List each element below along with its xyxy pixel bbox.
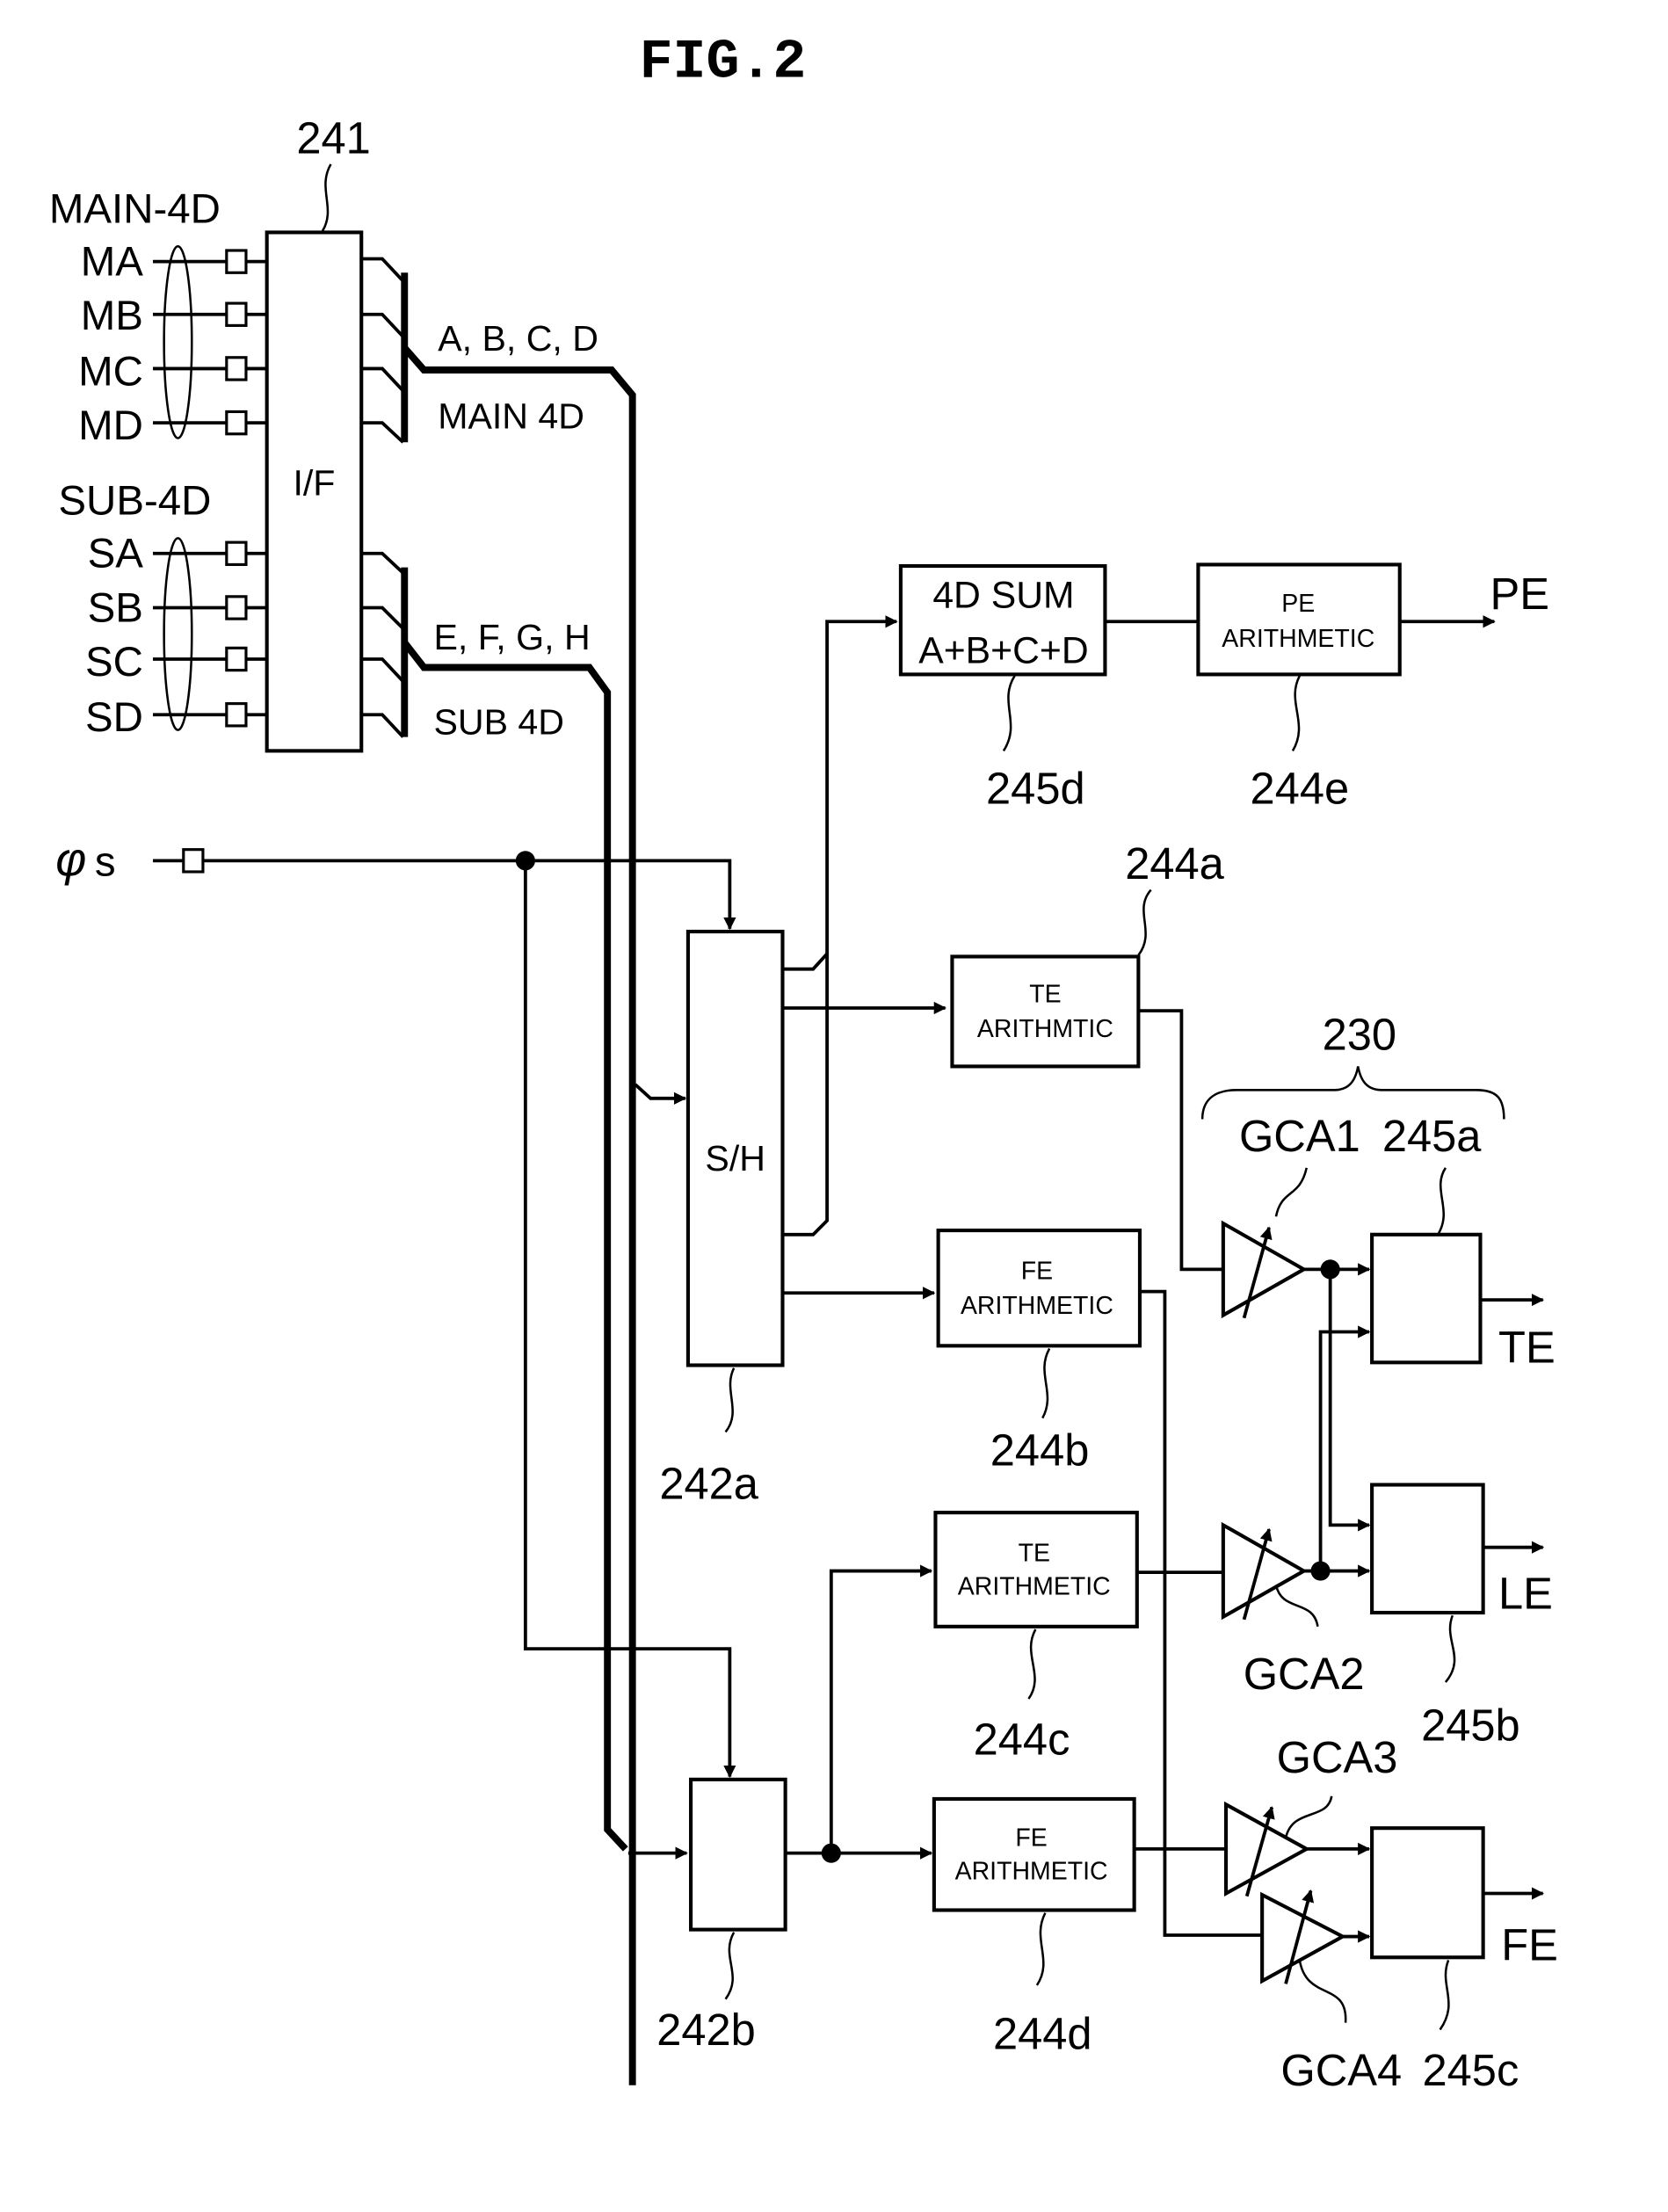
ref-242b: 242b bbox=[656, 2005, 756, 2055]
sub-bus-label: SUB 4D bbox=[433, 701, 563, 742]
main-bus: A, B, C, D MAIN 4D bbox=[361, 257, 636, 2085]
ref-244a: 244a bbox=[1125, 838, 1224, 888]
sub-inputs: SA SB SC SD bbox=[85, 531, 267, 741]
arith-244d-line1: FE bbox=[1015, 1824, 1047, 1853]
ref-244e: 244e bbox=[1251, 763, 1350, 813]
amp-label-gca3: GCA3 bbox=[1277, 1732, 1398, 1782]
block-diagram: FIG.2 241 I/F MAIN-4D SUB-4D MA MB MC MD… bbox=[49, 30, 1558, 2095]
ref-242a: 242a bbox=[659, 1458, 758, 1508]
input-label-md: MD bbox=[78, 403, 143, 449]
sub-4d-group-label: SUB-4D bbox=[58, 478, 211, 525]
amplifier-gca1: GCA1 bbox=[1221, 1111, 1360, 1319]
sample-hold-main-label: S/H bbox=[705, 1138, 765, 1179]
output-le: LE bbox=[1498, 1568, 1553, 1618]
pe-block-line2: ARITHMETIC bbox=[1222, 625, 1374, 653]
amplifier-gca2: GCA2 bbox=[1221, 1521, 1365, 1699]
output-te: TE bbox=[1498, 1322, 1556, 1372]
input-label-sa: SA bbox=[88, 531, 144, 577]
arith-244b-line2: ARITHMETIC bbox=[961, 1292, 1113, 1320]
terminal-md bbox=[225, 410, 248, 436]
leader-245d bbox=[1002, 675, 1016, 752]
terminal-sb bbox=[225, 595, 248, 620]
te-arithmetic-block-244a bbox=[950, 954, 1141, 1069]
main-bundle-ellipse bbox=[163, 244, 193, 439]
terminal-sc bbox=[225, 646, 248, 672]
arith-244d-line2: ARITHMETIC bbox=[955, 1858, 1108, 1886]
input-label-sb: SB bbox=[88, 584, 143, 631]
clock-terminal bbox=[182, 848, 205, 874]
te-arithmetic-block-244c bbox=[933, 1511, 1139, 1628]
arith-244c-line1: TE bbox=[1019, 1539, 1050, 1567]
input-label-mb: MB bbox=[81, 293, 143, 339]
arith-244a-line1: TE bbox=[1029, 981, 1061, 1009]
terminal-ma bbox=[225, 249, 248, 274]
output-pe: PE bbox=[1490, 569, 1550, 619]
leader-241 bbox=[321, 163, 332, 232]
clock-label: φs bbox=[55, 834, 115, 887]
amp-label-gca4: GCA4 bbox=[1280, 2045, 1402, 2095]
ref-244c: 244c bbox=[974, 1714, 1070, 1764]
sub-bus: E, F, G, H SUB 4D bbox=[361, 551, 628, 1852]
main-bus-label: MAIN 4D bbox=[438, 395, 584, 436]
ref-244d: 244d bbox=[993, 2009, 1092, 2059]
terminal-sd bbox=[225, 702, 248, 728]
sample-hold-sub bbox=[689, 1777, 787, 1932]
output-block-245a bbox=[1370, 1232, 1483, 1365]
terminal-mc bbox=[225, 356, 248, 381]
ref-245a: 245a bbox=[1382, 1111, 1482, 1161]
output-block-245c bbox=[1370, 1826, 1485, 1960]
leader-244a bbox=[1137, 888, 1152, 956]
sum-block-line1: 4D SUM bbox=[932, 574, 1074, 616]
leader-244d bbox=[1035, 1912, 1047, 1986]
main-inputs: MA MB MC MD bbox=[78, 238, 267, 449]
main-4d-group-label: MAIN-4D bbox=[49, 185, 221, 232]
input-label-mc: MC bbox=[78, 348, 143, 395]
amp-label-gca1: GCA1 bbox=[1239, 1111, 1360, 1161]
leader-242a bbox=[724, 1367, 736, 1433]
leader-244c bbox=[1027, 1628, 1037, 1700]
leader-244e bbox=[1291, 675, 1301, 752]
arith-244b-line1: FE bbox=[1021, 1257, 1053, 1285]
ref-245c: 245c bbox=[1423, 2045, 1519, 2095]
input-label-sd: SD bbox=[85, 694, 143, 741]
clock-line: φs bbox=[55, 834, 736, 1779]
ref-244b: 244b bbox=[990, 1425, 1090, 1475]
ref-245d: 245d bbox=[986, 763, 1085, 813]
fe-arithmetic-block-244b bbox=[936, 1229, 1142, 1348]
main-bus-signals: A, B, C, D bbox=[438, 318, 598, 359]
sub-bundle-ellipse bbox=[163, 537, 193, 731]
amp-label-gca2: GCA2 bbox=[1244, 1649, 1365, 1699]
sub-bus-signals: E, F, G, H bbox=[433, 617, 590, 657]
leader-242b bbox=[724, 1932, 736, 2000]
sum-block-line2: A+B+C+D bbox=[918, 630, 1088, 672]
input-label-ma: MA bbox=[81, 238, 144, 285]
terminal-sa bbox=[225, 540, 248, 567]
pe-arithmetic-block bbox=[1196, 562, 1402, 677]
terminal-mb bbox=[225, 301, 248, 327]
output-fe: FE bbox=[1501, 1919, 1558, 1969]
arith-244a-line2: ARITHMTIC bbox=[977, 1015, 1113, 1043]
ref-241: 241 bbox=[296, 112, 370, 163]
arith-244c-line2: ARITHMETIC bbox=[958, 1572, 1111, 1600]
figure-title: FIG.2 bbox=[640, 30, 807, 93]
input-label-sc: SC bbox=[85, 639, 143, 685]
fe-arithmetic-block-244d bbox=[932, 1796, 1136, 1912]
ref-245b: 245b bbox=[1421, 1701, 1520, 1751]
pe-block-line1: PE bbox=[1281, 590, 1315, 618]
ref-230: 230 bbox=[1323, 1009, 1396, 1059]
output-block-245b bbox=[1370, 1483, 1485, 1615]
interface-label: I/F bbox=[293, 462, 335, 503]
leader-244b bbox=[1041, 1347, 1051, 1419]
